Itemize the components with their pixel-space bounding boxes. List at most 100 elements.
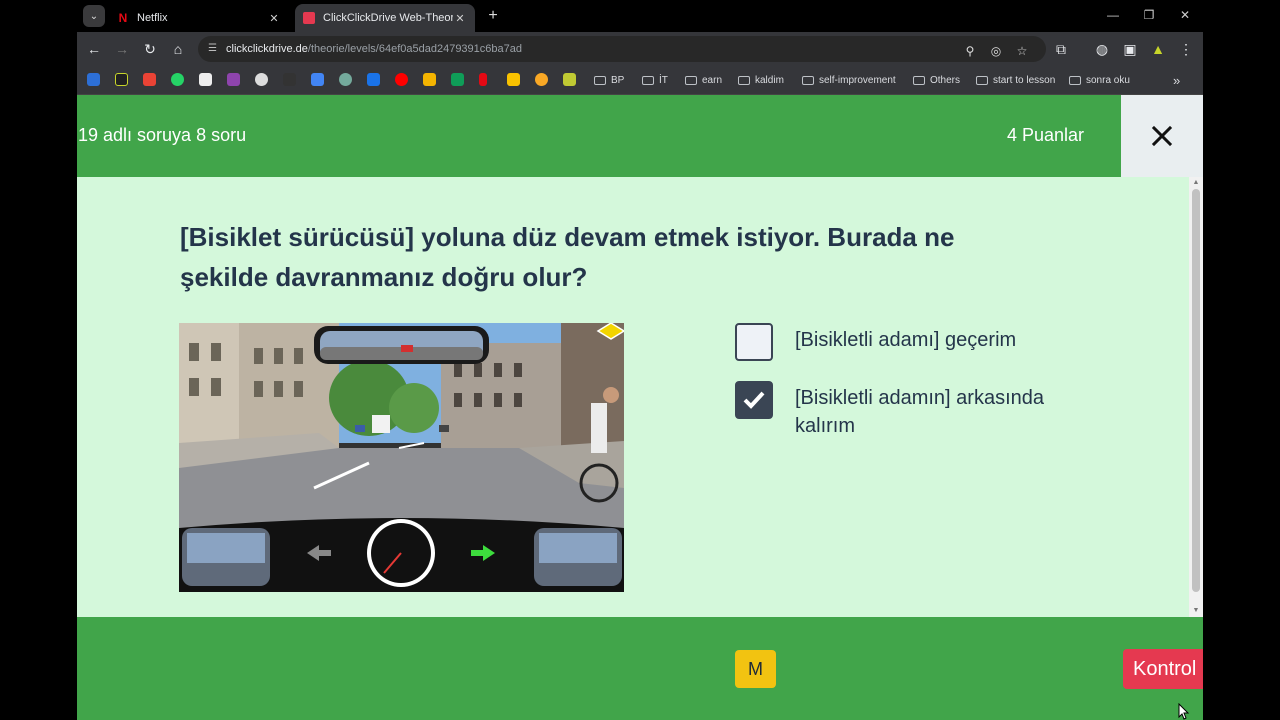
- scroll-down-icon[interactable]: ▼: [1192, 607, 1200, 615]
- browser-chrome: ⌄ N Netflix ✕ ClickClickDrive Web-Theori…: [77, 0, 1203, 95]
- chatgpt-icon[interactable]: [339, 73, 352, 86]
- folder-icon: [738, 75, 750, 85]
- profile-extension-icon[interactable]: ▲: [1149, 40, 1167, 58]
- screen: ⌄ N Netflix ✕ ClickClickDrive Web-Theori…: [0, 0, 1280, 720]
- folder-icon: [913, 75, 925, 85]
- url-path: /theorie/levels/64ef0a5dad2479391c6ba7ad: [307, 43, 522, 55]
- quiz-header: 19 adlı soruya 8 soru 4 Puanlar: [77, 95, 1121, 177]
- extensions-icon[interactable]: ⧉: [1052, 40, 1070, 58]
- folder-label: self-improvement: [819, 74, 896, 86]
- minimize-icon[interactable]: —: [1105, 8, 1121, 22]
- site-info-icon[interactable]: ☰: [208, 43, 220, 55]
- netflix-icon[interactable]: [479, 73, 487, 86]
- answer-option[interactable]: [Bisikletli adamı] geçerim: [735, 323, 1115, 379]
- youtube-icon[interactable]: [395, 73, 408, 86]
- bookmark-icon[interactable]: [87, 73, 100, 86]
- address-bar[interactable]: ☰ clickclickdrive.de/theorie/levels/64ef…: [198, 36, 1046, 62]
- quiz-footer: M Kontrol: [77, 617, 1203, 720]
- eye-off-icon[interactable]: ◎: [988, 44, 1004, 58]
- folder-label: earn: [702, 74, 723, 86]
- folder-icon: [685, 75, 697, 85]
- question-panel: [Bisiklet sürücüsü] yoluna düz devam etm…: [77, 177, 1189, 617]
- back-icon[interactable]: ←: [85, 40, 103, 58]
- close-tab-icon[interactable]: ✕: [267, 12, 281, 25]
- side-panel-icon[interactable]: ▣: [1121, 40, 1139, 58]
- folder-icon: [642, 75, 654, 85]
- github-icon[interactable]: [255, 73, 268, 86]
- scrollbar-thumb[interactable]: [1192, 189, 1200, 592]
- tab-title: Netflix: [137, 12, 168, 24]
- translate-icon[interactable]: [311, 73, 324, 86]
- bookmark-icon[interactable]: [227, 73, 240, 86]
- question-text: [Bisiklet sürücüsü] yoluna düz devam etm…: [180, 222, 955, 292]
- bookmark-folder[interactable]: start to lesson: [976, 72, 1055, 88]
- answer-option[interactable]: [Bisikletli adamın] arkasında kalırım: [735, 381, 1115, 437]
- url-text[interactable]: clickclickdrive.de/theorie/levels/64ef0a…: [226, 43, 522, 55]
- tab-search-button[interactable]: ⌄: [83, 5, 105, 27]
- question-image: [179, 323, 624, 592]
- mouse-cursor-icon: [1178, 703, 1190, 720]
- answer-checkbox[interactable]: [735, 323, 773, 361]
- quiz-app: 19 adlı soruya 8 soru 4 Puanlar [Bisikle…: [77, 95, 1203, 720]
- bookmark-folder[interactable]: kaldim: [738, 72, 784, 88]
- folder-icon: [1069, 75, 1081, 85]
- bookmark-folder[interactable]: sonra oku: [1069, 72, 1130, 88]
- folder-label: start to lesson: [993, 74, 1056, 86]
- bookmark-icon[interactable]: [283, 73, 296, 86]
- sheets-icon[interactable]: [451, 73, 464, 86]
- bookmark-folder[interactable]: self-improvement: [802, 72, 896, 88]
- answer-list: [Bisikletli adamı] geçerim [Bisikletli a…: [735, 323, 1115, 439]
- driving-scene: [179, 323, 624, 592]
- scroll-up-icon[interactable]: ▲: [1192, 179, 1200, 187]
- mark-button[interactable]: M: [735, 650, 776, 688]
- gmail-icon[interactable]: [143, 73, 156, 86]
- bookmark-star-icon[interactable]: ☆: [1014, 44, 1030, 58]
- tab-netflix[interactable]: N Netflix ✕: [109, 4, 289, 32]
- bookmark-icon[interactable]: [423, 73, 436, 86]
- url-domain: clickclickdrive.de: [226, 43, 308, 55]
- bookmark-icon[interactable]: [535, 73, 548, 86]
- bookmark-icon[interactable]: [115, 73, 128, 86]
- close-quiz-button[interactable]: [1121, 95, 1203, 177]
- new-tab-button[interactable]: +: [483, 6, 503, 26]
- answer-text[interactable]: [Bisikletli adamın] arkasında kalırım: [795, 384, 1095, 440]
- check-button[interactable]: Kontrol: [1123, 649, 1203, 689]
- window-close-icon[interactable]: ✕: [1177, 8, 1193, 22]
- more-bookmarks-icon[interactable]: »: [1173, 72, 1180, 88]
- bookmark-folder[interactable]: earn: [685, 72, 722, 88]
- restore-icon[interactable]: ❐: [1141, 8, 1157, 22]
- folder-icon: [976, 75, 988, 85]
- bookmark-icon[interactable]: [563, 73, 576, 86]
- bookmark-folder[interactable]: İT: [642, 72, 668, 88]
- folder-label: Others: [930, 74, 961, 86]
- bookmark-folder[interactable]: BP: [594, 72, 624, 88]
- forward-icon[interactable]: →: [113, 40, 131, 58]
- checkmark-icon: [743, 391, 765, 409]
- netflix-icon: N: [117, 11, 129, 25]
- scrollbar[interactable]: ▲ ▼: [1189, 177, 1203, 617]
- bookmark-icon[interactable]: [367, 73, 380, 86]
- answer-checkbox-checked[interactable]: [735, 381, 773, 419]
- extension-icon[interactable]: ◍: [1093, 40, 1111, 58]
- reload-icon[interactable]: ↻: [141, 40, 159, 58]
- tab-bar: ⌄ N Netflix ✕ ClickClickDrive Web-Theori…: [77, 0, 1203, 32]
- close-tab-icon[interactable]: ✕: [453, 12, 467, 25]
- bookmarks-bar: BP İT earn kaldim self-improvement Other…: [77, 66, 1203, 95]
- answer-text[interactable]: [Bisikletli adamı] geçerim: [795, 326, 1095, 354]
- folder-label: BP: [611, 74, 625, 86]
- folder-label: sonra oku: [1086, 74, 1130, 86]
- question-progress: 19 adlı soruya 8 soru: [78, 125, 247, 145]
- bookmark-icon[interactable]: [507, 73, 520, 86]
- menu-icon[interactable]: ⋮: [1177, 40, 1195, 58]
- zoom-icon[interactable]: ⚲: [962, 44, 978, 58]
- clickclickdrive-icon: [303, 12, 315, 24]
- folder-icon: [594, 75, 606, 85]
- notion-icon[interactable]: [199, 73, 212, 86]
- bookmark-folder[interactable]: Others: [913, 72, 960, 88]
- home-icon[interactable]: ⌂: [169, 40, 187, 58]
- folder-icon: [802, 75, 814, 85]
- close-icon: [1151, 125, 1173, 147]
- whatsapp-icon[interactable]: [171, 73, 184, 86]
- tab-clickclickdrive[interactable]: ClickClickDrive Web-Theorie | A ✕: [295, 4, 475, 32]
- points-label: 4 Puanlar: [1006, 125, 1084, 145]
